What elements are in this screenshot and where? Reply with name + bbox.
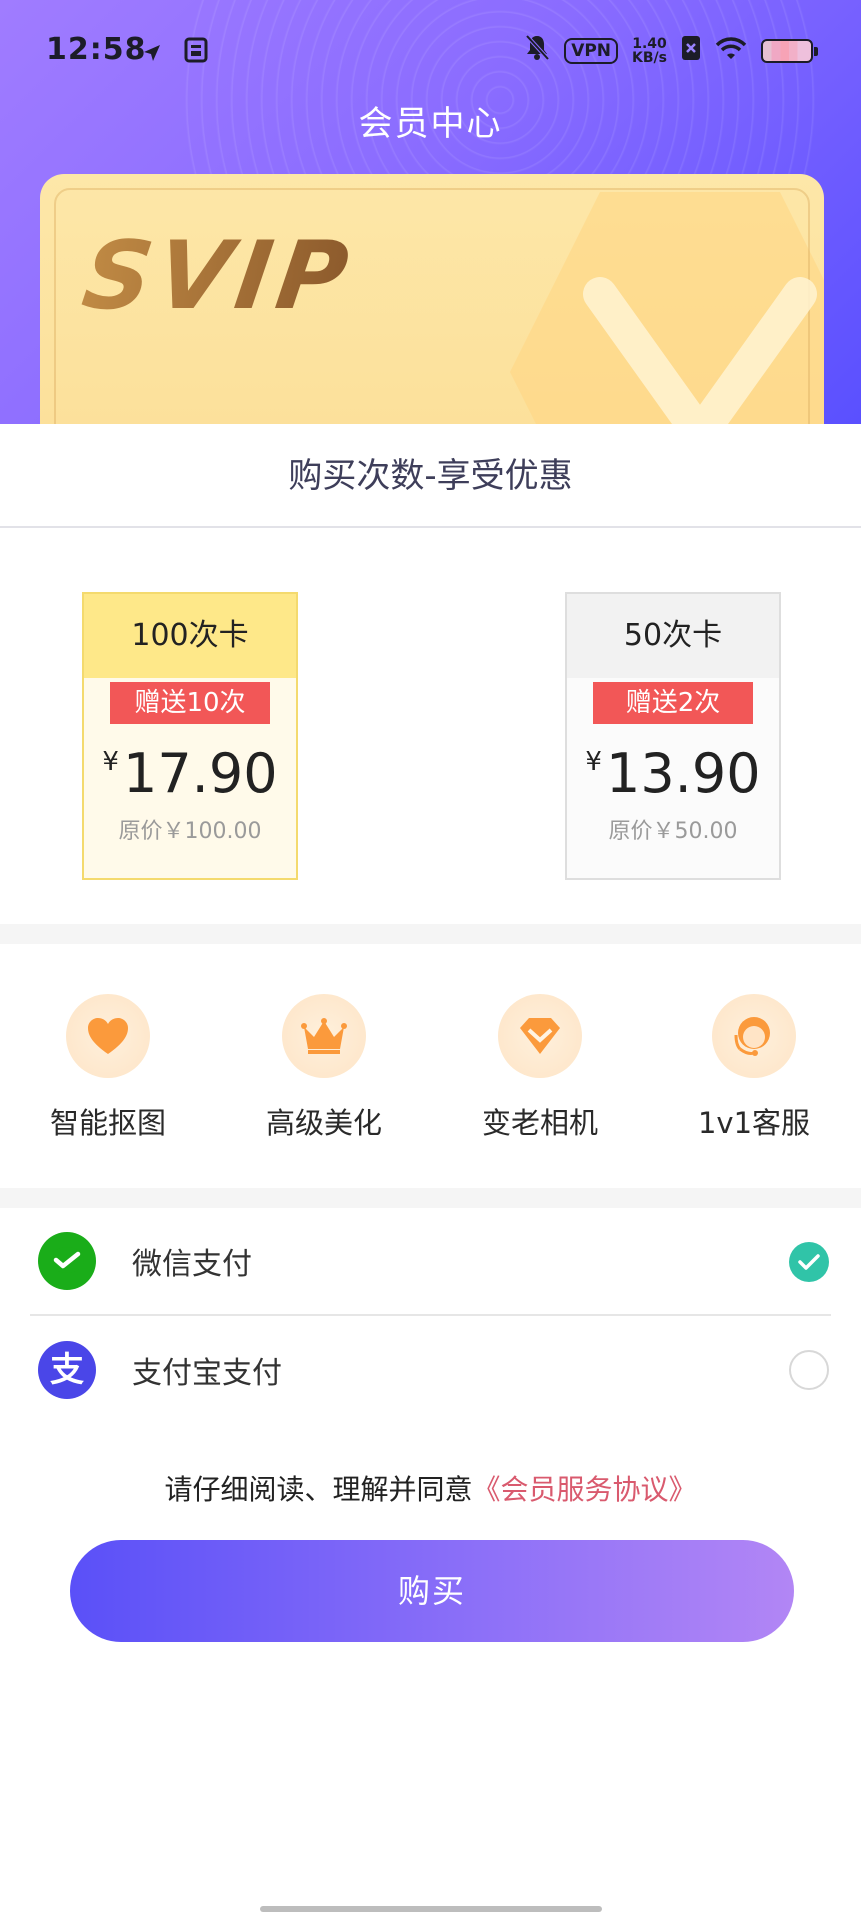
payment-option-label: 微信支付 [132, 1247, 252, 1282]
heart-icon [66, 994, 150, 1078]
currency-symbol: ¥ [102, 747, 119, 777]
status-time: 12:58 [46, 32, 147, 67]
feature-label: 高级美化 [265, 1106, 382, 1140]
plan-bonus-badge: 赠送10次 [110, 682, 270, 724]
alipay-icon: 支 [38, 1341, 96, 1399]
network-speed-unit: KB/s [632, 50, 667, 66]
payment-option-alipay[interactable]: 支 支付宝支付 [30, 1316, 831, 1424]
section-divider [0, 924, 861, 944]
plan-price: ¥17.90 [84, 742, 296, 805]
plan-card-50[interactable]: 50次卡 赠送2次 ¥13.90 原价￥50.00 [565, 592, 781, 880]
sim-card-icon [184, 36, 208, 71]
plan-original-price: 原价￥100.00 [118, 819, 262, 844]
wifi-icon [715, 34, 747, 69]
svip-v-mark-icon [583, 277, 817, 424]
agreement-text: 请仔细阅读、理解并同意《会员服务协议》 [0, 1468, 861, 1508]
payment-option-wechat[interactable]: 微信支付 [30, 1208, 831, 1316]
network-speed: 1.40 KB/s [632, 37, 667, 65]
plan-price-value: 13.90 [605, 742, 761, 805]
feature-advanced-beautify[interactable]: 高级美化 [224, 994, 424, 1142]
plan-name: 50次卡 [567, 594, 779, 678]
feature-customer-service[interactable]: 1v1客服 [654, 994, 854, 1142]
header: 12:58 VPN 1.40 KB/s 会员中心 SVIP [0, 0, 861, 424]
plan-list: 100次卡 赠送10次 ¥17.90 原价￥100.00 50次卡 赠送2次 ¥… [0, 528, 861, 924]
purchase-sheet: 购买次数-享受优惠 100次卡 赠送10次 ¥17.90 原价￥100.00 5… [0, 424, 861, 1920]
home-indicator[interactable] [260, 1906, 602, 1912]
mute-bell-icon [524, 33, 550, 69]
no-sim-icon [681, 34, 701, 69]
svip-label: SVIP [76, 222, 360, 331]
crown-icon [282, 994, 366, 1078]
feature-list: 智能抠图 高级美化 变老相机 1v1客服 [0, 944, 861, 1188]
plan-price: ¥13.90 [567, 742, 779, 805]
feature-label: 智能抠图 [49, 1106, 166, 1140]
plan-bonus-badge: 赠送2次 [593, 682, 753, 724]
status-bar: 12:58 VPN 1.40 KB/s [0, 0, 861, 100]
location-arrow-icon [142, 36, 162, 71]
network-speed-value: 1.40 [632, 36, 667, 52]
battery-icon [761, 39, 818, 63]
membership-agreement-link[interactable]: 《会员服务协议》 [473, 1473, 697, 1506]
section-title: 购买次数-享受优惠 [0, 424, 861, 528]
currency-symbol: ¥ [585, 747, 602, 777]
feature-label: 1v1客服 [697, 1106, 811, 1140]
checkmark-icon[interactable] [789, 1242, 829, 1282]
section-divider [0, 1188, 861, 1208]
plan-original-price: 原价￥50.00 [608, 819, 738, 844]
page-title: 会员中心 [358, 104, 503, 144]
buy-button[interactable]: 购买 [70, 1540, 794, 1642]
agreement-prefix: 请仔细阅读、理解并同意 [164, 1473, 473, 1506]
radio-unchecked-icon[interactable] [789, 1350, 829, 1390]
feature-label: 变老相机 [481, 1106, 598, 1140]
plan-card-100[interactable]: 100次卡 赠送10次 ¥17.90 原价￥100.00 [82, 592, 298, 880]
plan-name: 100次卡 [84, 594, 296, 678]
vpn-badge: VPN [564, 38, 619, 64]
feature-aging-camera[interactable]: 变老相机 [440, 994, 640, 1142]
feature-smart-cutout[interactable]: 智能抠图 [8, 994, 208, 1142]
plan-price-value: 17.90 [122, 742, 278, 805]
diamond-icon [498, 994, 582, 1078]
payment-option-label: 支付宝支付 [132, 1356, 282, 1391]
wechat-pay-icon [38, 1232, 96, 1290]
customer-service-icon [712, 994, 796, 1078]
payment-method-list: 微信支付 支 支付宝支付 [0, 1208, 861, 1424]
svip-card: SVIP [40, 174, 824, 424]
